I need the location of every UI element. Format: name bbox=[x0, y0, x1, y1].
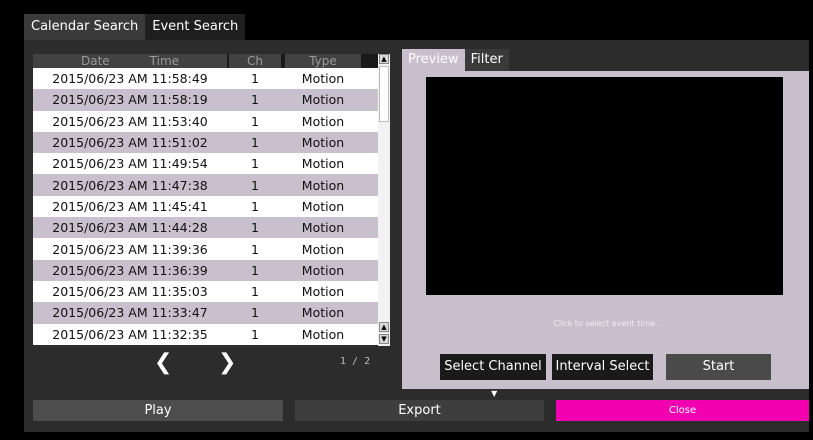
table-row[interactable]: 2015/06/23 AM 11:47:38 1 Motion bbox=[33, 174, 378, 196]
row-type: Motion bbox=[301, 156, 345, 172]
row-datetime: 2015/06/23 AM 11:32:35 bbox=[52, 326, 208, 342]
row-channel: 1 bbox=[251, 262, 259, 278]
row-type: Motion bbox=[301, 71, 345, 87]
preview-tabs: Preview Filter bbox=[402, 49, 509, 71]
tab-calendar-search[interactable]: Calendar Search bbox=[24, 14, 146, 40]
search-mode-tabs: Calendar Search Event Search bbox=[24, 14, 246, 40]
row-type: Motion bbox=[301, 241, 345, 257]
row-channel: 1 bbox=[251, 305, 259, 321]
row-datetime: 2015/06/23 AM 11:45:41 bbox=[52, 198, 208, 214]
table-row[interactable]: 2015/06/23 AM 11:58:49 1 Motion bbox=[33, 68, 378, 90]
row-datetime: 2015/06/23 AM 11:58:49 bbox=[52, 71, 208, 87]
row-channel: 1 bbox=[251, 156, 259, 172]
row-channel: 1 bbox=[251, 113, 259, 129]
scroll-up-icon[interactable]: ▲ bbox=[379, 54, 389, 64]
event-search-panel: Date Time Ch Type 2015/06/23 AM 11:58:49… bbox=[24, 40, 809, 432]
header-time: Time bbox=[149, 54, 180, 68]
header-ch[interactable]: Ch bbox=[227, 54, 283, 68]
row-channel: 1 bbox=[251, 241, 259, 257]
row-datetime: 2015/06/23 AM 11:51:02 bbox=[52, 135, 208, 151]
row-datetime: 2015/06/23 AM 11:36:39 bbox=[52, 262, 208, 278]
table-row[interactable]: 2015/06/23 AM 11:58:19 1 Motion bbox=[33, 89, 378, 111]
row-type: Motion bbox=[301, 326, 345, 342]
page-indicator: 1 / 2 bbox=[340, 356, 371, 367]
row-type: Motion bbox=[301, 284, 345, 300]
export-button[interactable]: Export bbox=[295, 400, 544, 421]
table-row[interactable]: 2015/06/23 AM 11:51:02 1 Motion bbox=[33, 131, 378, 154]
chevron-right-icon[interactable]: ❯ bbox=[218, 352, 236, 374]
row-channel: 1 bbox=[251, 326, 259, 342]
chevron-left-icon[interactable]: ❮ bbox=[154, 352, 172, 374]
row-channel: 1 bbox=[251, 220, 259, 236]
start-button[interactable]: Start bbox=[666, 354, 771, 380]
event-list: 2015/06/23 AM 11:58:49 1 Motion 2015/06/23 … bbox=[33, 68, 378, 346]
row-datetime: 2015/06/23 AM 11:35:03 bbox=[52, 284, 208, 300]
scroll-page-up-icon[interactable]: ▲ bbox=[379, 322, 389, 332]
select-channel-button[interactable]: Select Channel ▼ bbox=[440, 354, 546, 398]
row-datetime: 2015/06/23 AM 11:49:54 bbox=[52, 156, 208, 172]
row-type: Motion bbox=[301, 220, 345, 236]
table-row[interactable]: 2015/06/23 AM 11:39:36 1 Motion bbox=[33, 238, 378, 260]
chevron-down-icon: ▼ bbox=[488, 389, 498, 398]
row-channel: 1 bbox=[251, 284, 259, 300]
close-button[interactable]: Close bbox=[556, 400, 809, 421]
row-channel: 1 bbox=[251, 135, 259, 151]
header-type[interactable]: Type bbox=[283, 54, 363, 68]
row-type: Motion bbox=[301, 177, 345, 193]
event-search-window: Calendar Search Event Search Date Time C… bbox=[6, 0, 809, 436]
row-type: Motion bbox=[301, 113, 345, 129]
table-row[interactable]: 2015/06/23 AM 11:35:03 1 Motion bbox=[33, 280, 378, 303]
tab-preview[interactable]: Preview bbox=[402, 49, 465, 71]
row-type: Motion bbox=[301, 135, 345, 151]
row-type: Motion bbox=[301, 92, 345, 108]
event-list-header: Date Time Ch Type bbox=[33, 54, 378, 68]
preview-video[interactable] bbox=[426, 77, 783, 295]
header-date: Date bbox=[80, 54, 110, 68]
table-row[interactable]: 2015/06/23 AM 11:44:28 1 Motion bbox=[33, 217, 378, 239]
row-channel: 1 bbox=[251, 92, 259, 108]
row-datetime: 2015/06/23 AM 11:58:19 bbox=[52, 92, 208, 108]
row-type: Motion bbox=[301, 198, 345, 214]
row-channel: 1 bbox=[251, 71, 259, 87]
row-datetime: 2015/06/23 AM 11:39:36 bbox=[52, 241, 208, 257]
select-channel-label: Select Channel bbox=[444, 359, 542, 374]
table-row[interactable]: 2015/06/23 AM 11:45:41 1 Motion bbox=[33, 195, 378, 218]
row-datetime: 2015/06/23 AM 11:44:28 bbox=[52, 220, 208, 236]
tab-filter[interactable]: Filter bbox=[464, 49, 509, 71]
header-date-time[interactable]: Date Time bbox=[33, 54, 227, 68]
preview-hint: Click to select event time. bbox=[553, 319, 658, 328]
row-channel: 1 bbox=[251, 177, 259, 193]
row-type: Motion bbox=[301, 305, 345, 321]
row-type: Motion bbox=[301, 262, 345, 278]
row-datetime: 2015/06/23 AM 11:47:38 bbox=[52, 177, 208, 193]
table-row[interactable]: 2015/06/23 AM 11:33:47 1 Motion bbox=[33, 302, 378, 324]
table-row[interactable]: 2015/06/23 AM 11:49:54 1 Motion bbox=[33, 153, 378, 175]
play-button[interactable]: Play bbox=[33, 400, 283, 421]
row-channel: 1 bbox=[251, 198, 259, 214]
table-row[interactable]: 2015/06/23 AM 11:32:35 1 Motion bbox=[33, 323, 378, 345]
preview-panel: Click to select event time. Select Chann… bbox=[402, 71, 809, 398]
row-datetime: 2015/06/23 AM 11:33:47 bbox=[52, 305, 208, 321]
table-row[interactable]: 2015/06/23 AM 11:53:40 1 Motion bbox=[33, 110, 378, 132]
row-datetime: 2015/06/23 AM 11:53:40 bbox=[52, 113, 208, 129]
tab-event-search[interactable]: Event Search bbox=[145, 14, 246, 40]
table-row[interactable]: 2015/06/23 AM 11:36:39 1 Motion bbox=[33, 259, 378, 281]
interval-select-button[interactable]: Interval Select bbox=[552, 354, 653, 380]
event-list-scrollbar[interactable]: ▲ ▲ ▼ bbox=[378, 54, 390, 346]
scroll-down-icon[interactable]: ▼ bbox=[379, 334, 389, 344]
scroll-thumb[interactable] bbox=[379, 66, 389, 122]
